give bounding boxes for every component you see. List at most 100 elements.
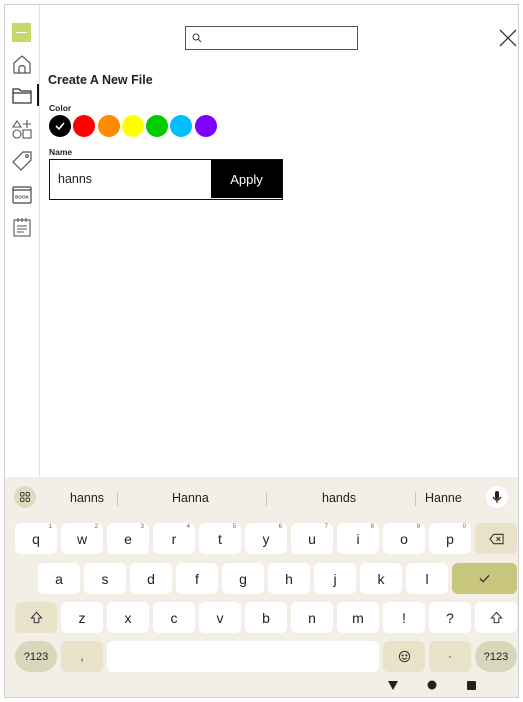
- shift-icon: [489, 611, 503, 624]
- key-g[interactable]: g: [222, 563, 264, 594]
- key-p[interactable]: p0: [429, 523, 471, 554]
- color-label: Color: [49, 103, 72, 113]
- key-hint: 5: [232, 524, 236, 530]
- suggestion-divider: [415, 492, 416, 506]
- key-b[interactable]: b: [245, 602, 287, 633]
- key-m[interactable]: m: [337, 602, 379, 633]
- suggestion-divider: [117, 492, 118, 506]
- key-question[interactable]: ?: [429, 602, 471, 633]
- key-label: r: [171, 530, 177, 547]
- key-hint: 2: [94, 524, 98, 530]
- color-swatch-blue[interactable]: [170, 115, 193, 137]
- key-t[interactable]: t5: [199, 523, 241, 554]
- emoji-icon: [398, 650, 410, 663]
- color-swatch-purple[interactable]: [194, 115, 217, 137]
- key-label: q: [32, 530, 40, 547]
- back-nav-icon[interactable]: [388, 681, 398, 690]
- enter-key[interactable]: [452, 563, 517, 594]
- folder-icon[interactable]: [11, 84, 33, 106]
- key-v[interactable]: v: [199, 602, 241, 633]
- key-l[interactable]: l: [406, 563, 448, 594]
- key-d[interactable]: d: [130, 563, 172, 594]
- space-key[interactable]: [107, 641, 379, 672]
- name-input[interactable]: [50, 160, 212, 198]
- key-label: t: [218, 530, 222, 547]
- key-r[interactable]: r4: [153, 523, 195, 554]
- key-y[interactable]: y6: [245, 523, 287, 554]
- mic-icon: [492, 491, 502, 503]
- shift-right-key[interactable]: [475, 602, 517, 633]
- backspace-key[interactable]: [475, 523, 517, 554]
- name-field-group: Apply: [49, 159, 283, 200]
- key-u[interactable]: u7: [291, 523, 333, 554]
- symbols-right-key[interactable]: ?123: [475, 641, 517, 672]
- key-h[interactable]: h: [268, 563, 310, 594]
- home-nav-icon[interactable]: [427, 680, 437, 690]
- key-hint: 8: [370, 524, 374, 530]
- suggestion-item[interactable]: hands: [322, 491, 356, 505]
- symbols-key[interactable]: ?123: [15, 641, 57, 672]
- key-z[interactable]: z: [61, 602, 103, 633]
- key-o[interactable]: o9: [383, 523, 425, 554]
- recents-nav-icon[interactable]: [467, 681, 476, 690]
- book-icon-label: BOOK: [15, 195, 29, 200]
- emoji-key[interactable]: [383, 641, 425, 672]
- key-f[interactable]: f: [176, 563, 218, 594]
- keyboard-menu-button[interactable]: [14, 486, 36, 508]
- key-label: y: [262, 530, 270, 547]
- period-key[interactable]: ·: [429, 641, 471, 672]
- color-swatch-yellow[interactable]: [121, 115, 144, 137]
- key-q[interactable]: q1: [15, 523, 57, 554]
- key-label: e: [124, 530, 132, 547]
- key-label: p: [446, 530, 454, 547]
- color-swatch-green[interactable]: [146, 115, 169, 137]
- book-icon[interactable]: BOOK: [11, 184, 33, 206]
- app-window: BOOK Create A New File Color Name Apply …: [4, 4, 519, 698]
- active-indicator: [37, 84, 39, 106]
- shift-left-key[interactable]: [15, 602, 57, 633]
- apply-button[interactable]: Apply: [211, 160, 282, 198]
- key-hint: 1: [48, 524, 52, 530]
- notes-icon[interactable]: [11, 216, 33, 238]
- name-label: Name: [49, 147, 73, 157]
- comma-key[interactable]: ,: [61, 641, 103, 672]
- key-e[interactable]: e3: [107, 523, 149, 554]
- key-a[interactable]: a: [38, 563, 80, 594]
- color-swatch-black[interactable]: [49, 115, 71, 137]
- key-exclamation[interactable]: !: [383, 602, 425, 633]
- check-icon: [479, 574, 490, 583]
- mic-button[interactable]: [486, 486, 508, 508]
- key-i[interactable]: i8: [337, 523, 379, 554]
- key-hint: 0: [462, 524, 466, 530]
- search-field[interactable]: [185, 26, 358, 50]
- key-j[interactable]: j: [314, 563, 356, 594]
- shift-icon: [29, 611, 43, 624]
- backspace-icon: [488, 533, 504, 544]
- key-k[interactable]: k: [360, 563, 402, 594]
- shapes-icon[interactable]: [11, 118, 33, 140]
- key-w[interactable]: w2: [61, 523, 103, 554]
- key-hint: 7: [324, 524, 328, 530]
- color-swatch-orange[interactable]: [97, 115, 120, 137]
- soft-keyboard: hanns Hanna hands Hanne q1 w2 e3 r4 t5 y…: [5, 477, 518, 697]
- suggestion-item[interactable]: Hanna: [172, 491, 209, 505]
- suggestion-item[interactable]: Hanne: [425, 491, 462, 505]
- close-icon[interactable]: [497, 27, 519, 49]
- key-x[interactable]: x: [107, 602, 149, 633]
- check-icon: [55, 122, 65, 131]
- home-icon[interactable]: [11, 53, 33, 75]
- key-hint: 6: [278, 524, 282, 530]
- key-s[interactable]: s: [84, 563, 126, 594]
- grid-icon: [20, 492, 30, 502]
- key-label: u: [308, 530, 316, 547]
- page-title: Create A New File: [48, 73, 153, 87]
- color-swatch-red[interactable]: [73, 115, 96, 137]
- key-hint: 4: [186, 524, 190, 530]
- tag-icon[interactable]: [11, 150, 33, 172]
- key-label: w: [76, 530, 88, 547]
- key-n[interactable]: n: [291, 602, 333, 633]
- suggestion-divider: [266, 492, 267, 506]
- app-logo: [12, 23, 31, 42]
- key-c[interactable]: c: [153, 602, 195, 633]
- suggestion-item[interactable]: hanns: [70, 491, 104, 505]
